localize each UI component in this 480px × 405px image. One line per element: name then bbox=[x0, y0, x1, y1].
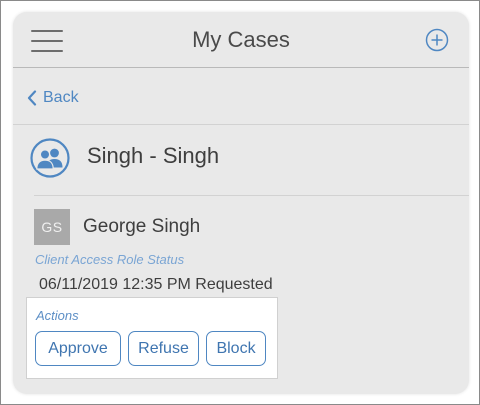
app-screen: My Cases Back Singh - Singh GS George Si… bbox=[13, 12, 469, 394]
person-name: George Singh bbox=[83, 216, 201, 237]
back-button[interactable]: Back bbox=[27, 88, 79, 108]
chevron-left-icon bbox=[27, 90, 37, 106]
back-label: Back bbox=[43, 89, 79, 106]
hamburger-menu-icon[interactable] bbox=[31, 29, 63, 53]
block-button[interactable]: Block bbox=[206, 331, 266, 366]
page-title: My Cases bbox=[192, 27, 290, 52]
refuse-button[interactable]: Refuse bbox=[128, 331, 199, 366]
people-group-icon bbox=[30, 138, 70, 178]
divider bbox=[34, 195, 469, 196]
status-value: 06/11/2019 12:35 PM Requested bbox=[39, 276, 273, 293]
header-bar: My Cases bbox=[13, 12, 469, 68]
status-label: Client Access Role Status bbox=[35, 252, 185, 267]
plus-circle-icon[interactable] bbox=[425, 28, 449, 52]
actions-label: Actions bbox=[36, 308, 79, 323]
case-title: Singh - Singh bbox=[87, 143, 220, 168]
approve-button[interactable]: Approve bbox=[35, 331, 121, 366]
actions-panel: Actions Approve Refuse Block bbox=[26, 297, 278, 379]
avatar: GS bbox=[34, 209, 70, 245]
back-row: Back bbox=[13, 68, 469, 125]
case-header: Singh - Singh bbox=[13, 125, 469, 195]
screenshot-frame: My Cases Back Singh - Singh GS George Si… bbox=[0, 0, 480, 405]
